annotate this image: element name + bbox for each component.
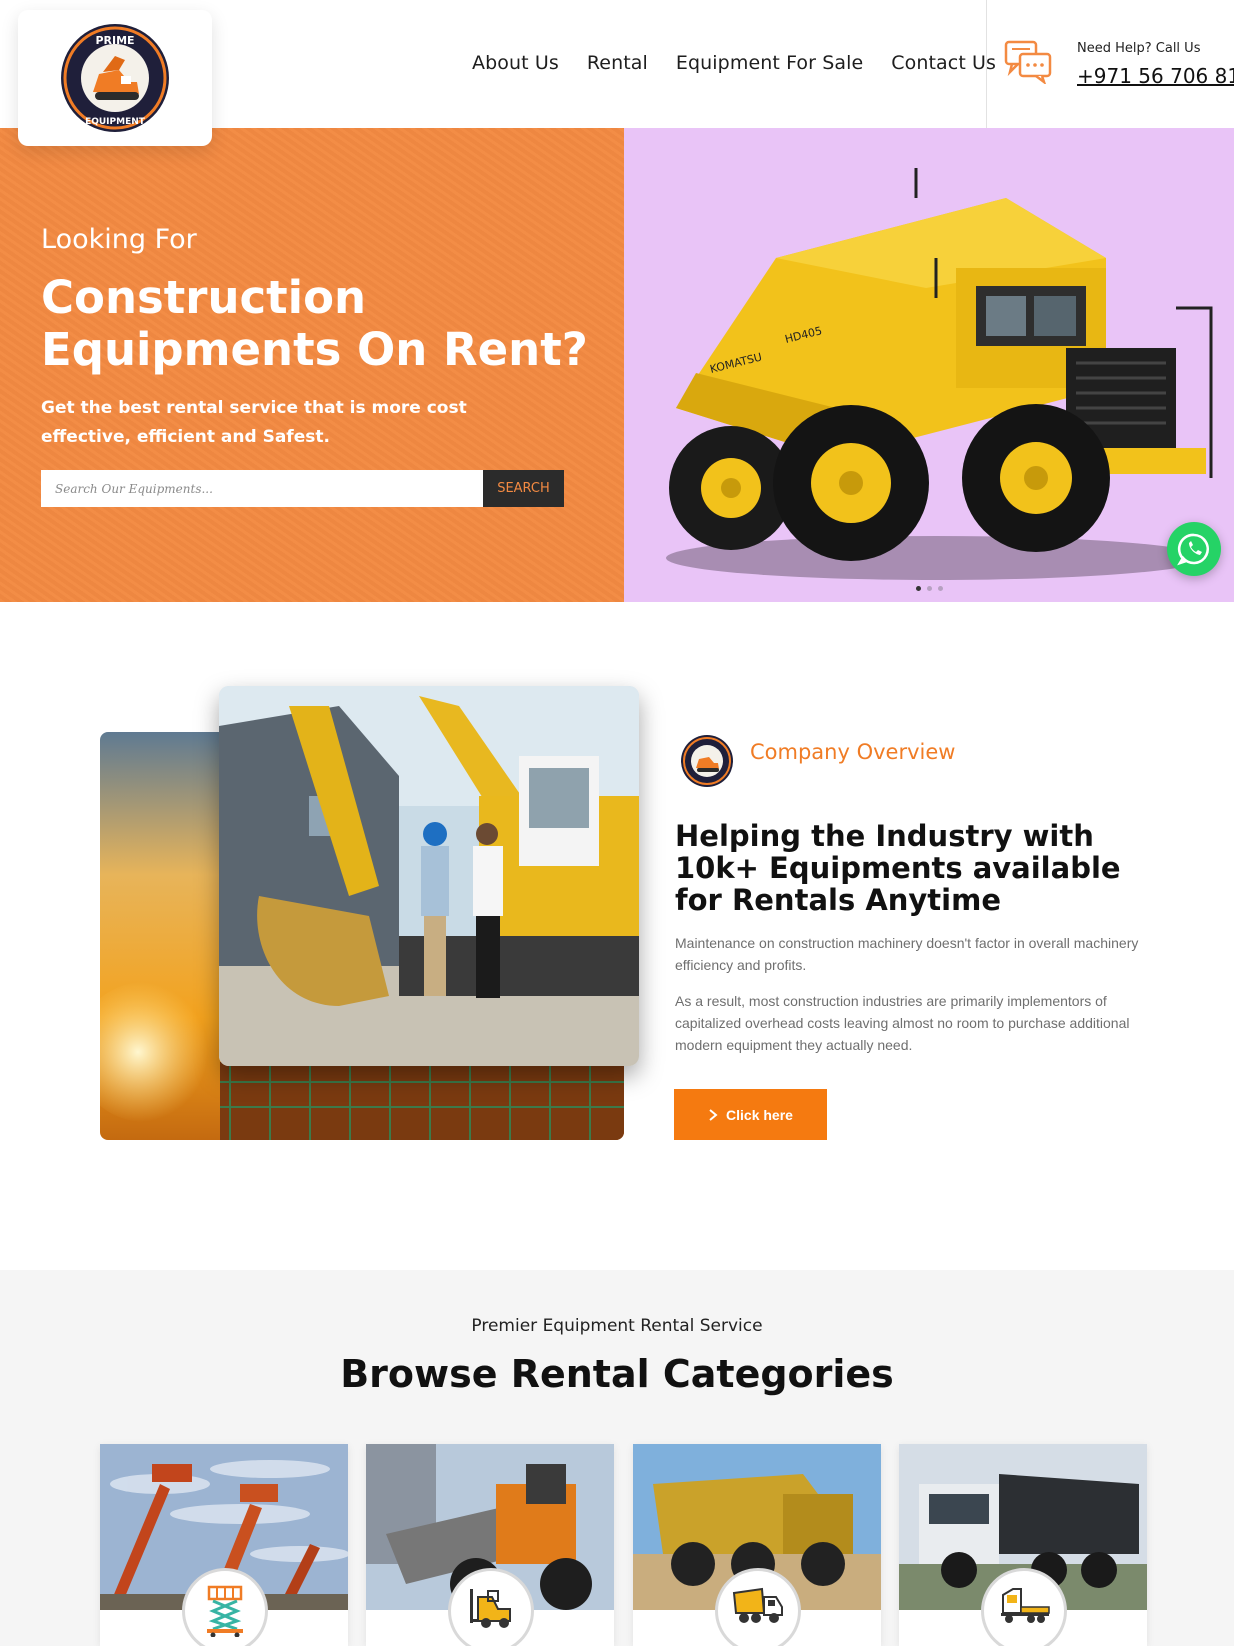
excavator-workers-image: [219, 686, 639, 1066]
category-card-aerial-lifts[interactable]: [100, 1444, 348, 1646]
categories-kicker: Premier Equipment Rental Service: [471, 1316, 763, 1336]
click-here-button[interactable]: Click here: [674, 1089, 827, 1140]
dump-truck-icon: [732, 1587, 783, 1623]
overview-kicker: Company Overview: [750, 740, 956, 764]
slider-dot-2[interactable]: [927, 586, 932, 591]
site-header: PRIME EQUIPMENT About Us Rental Equipmen…: [0, 0, 1234, 146]
hero-image-panel: KOMATSU HD405: [624, 128, 1234, 602]
nav-contact-us[interactable]: Contact Us: [891, 52, 996, 74]
help-phone-link[interactable]: +971 56 706 8141: [1077, 64, 1234, 88]
overview-paragraph-2: As a result, most construction industrie…: [675, 993, 1130, 1053]
whatsapp-icon: [1177, 533, 1210, 566]
scissor-lift-icon: [207, 1585, 243, 1637]
category-icon-circle: [981, 1568, 1067, 1646]
nav-about-us[interactable]: About Us: [472, 52, 559, 74]
svg-text:PRIME: PRIME: [95, 34, 134, 47]
chat-bubbles-icon: [1004, 40, 1052, 84]
category-card-loaders[interactable]: [366, 1444, 614, 1646]
categories-title: Browse Rental Categories: [340, 1352, 894, 1396]
company-logo-icon: [681, 735, 733, 787]
slider-dots: [916, 586, 943, 591]
hero-kicker: Looking For: [41, 224, 197, 255]
tipper-truck-icon: [1001, 1588, 1050, 1623]
hero-description: Get the best rental service that is more…: [41, 398, 467, 447]
main-nav: About Us Rental Equipment For Sale Conta…: [472, 52, 996, 74]
equipment-search-form: SEARCH: [41, 470, 564, 507]
slider-dot-3[interactable]: [938, 586, 943, 591]
whatsapp-button[interactable]: [1167, 522, 1221, 576]
category-card-tipper-trucks[interactable]: [899, 1444, 1147, 1646]
overview-title: Helping the Industry with 10k+ Equipment…: [675, 819, 1121, 917]
help-label: Need Help? Call Us: [1077, 41, 1201, 56]
click-here-label: Click here: [726, 1106, 793, 1123]
equipment-search-input[interactable]: [41, 470, 483, 507]
logo[interactable]: PRIME EQUIPMENT: [18, 10, 212, 146]
forklift-icon: [470, 1589, 511, 1628]
search-button[interactable]: SEARCH: [483, 470, 564, 507]
hero-panel: Looking For Construction Equipments On R…: [0, 128, 624, 602]
category-icon-circle: [182, 1568, 268, 1646]
svg-text:EQUIPMENT: EQUIPMENT: [85, 117, 146, 127]
overview-paragraph-1: Maintenance on construction machinery do…: [675, 935, 1139, 973]
logo-emblem-icon: PRIME EQUIPMENT: [61, 24, 169, 132]
category-card-dump-trucks[interactable]: [633, 1444, 881, 1646]
category-icon-circle: [448, 1568, 534, 1646]
slider-dot-1[interactable]: [916, 586, 921, 591]
category-icon-circle: [715, 1568, 801, 1646]
chevron-right-icon: [709, 1108, 718, 1121]
rental-categories-section: Premier Equipment Rental Service Browse …: [0, 1270, 1234, 1646]
nav-rental[interactable]: Rental: [587, 52, 648, 74]
dump-truck-image: KOMATSU HD405: [666, 168, 1213, 580]
header-divider: [986, 0, 987, 128]
hero-title: Construction Equipments On Rent?: [41, 271, 588, 376]
nav-equipment-for-sale[interactable]: Equipment For Sale: [676, 52, 863, 74]
